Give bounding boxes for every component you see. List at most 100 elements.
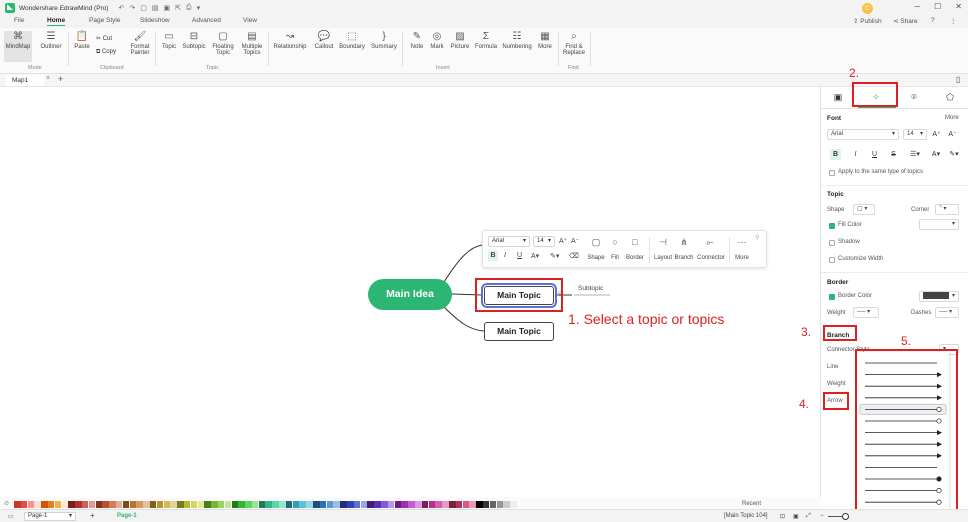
theme-icon[interactable]: ⬠	[943, 92, 957, 104]
zoom-out-icon[interactable]: −	[820, 513, 824, 519]
color-swatch[interactable]	[387, 501, 395, 508]
undo-icon[interactable]: ↶	[118, 4, 124, 12]
main-topic-node[interactable]: Main Topic	[484, 322, 554, 341]
color-swatch[interactable]	[54, 501, 62, 508]
fullscreen-icon[interactable]: ⤢	[806, 513, 811, 520]
align-icon[interactable]: ☰▾	[907, 149, 923, 160]
print-icon[interactable]: ⎙	[186, 4, 192, 12]
color-swatch[interactable]	[510, 501, 517, 508]
multiple-topics-button[interactable]: ▤ Multiple Topics	[238, 31, 266, 56]
color-swatch[interactable]	[503, 501, 510, 508]
page-tab-1[interactable]: Page-1	[117, 513, 137, 519]
color-swatch[interactable]	[217, 501, 225, 508]
main-idea-node[interactable]: Main Idea	[368, 279, 452, 310]
color-swatch[interactable]	[415, 501, 422, 508]
color-swatch[interactable]	[61, 501, 69, 508]
color-swatch[interactable]	[347, 501, 354, 508]
maximize-icon[interactable]: ☐	[934, 2, 941, 11]
font-color-icon[interactable]: A▾	[929, 149, 943, 160]
no-fill-icon[interactable]: ⊘	[4, 500, 9, 507]
color-swatch[interactable]	[183, 501, 191, 508]
color-swatch[interactable]	[190, 501, 198, 508]
boundary-button[interactable]: ⬚ Boundary	[338, 31, 366, 50]
color-swatch[interactable]	[496, 501, 504, 508]
color-swatch[interactable]	[360, 501, 368, 508]
increase-font-icon[interactable]: A⁺	[931, 129, 942, 140]
page-format-icon[interactable]: ▣	[831, 92, 845, 104]
more-label[interactable]: More	[733, 255, 751, 261]
color-swatch[interactable]	[313, 501, 320, 508]
color-swatch[interactable]	[381, 501, 388, 508]
corner-select[interactable]: ⌝ ▾	[935, 204, 959, 215]
color-swatch[interactable]	[129, 501, 137, 508]
color-swatch[interactable]	[88, 501, 96, 508]
border-weight-select[interactable]: ── ▾	[853, 307, 879, 318]
underline-icon[interactable]: U	[869, 149, 880, 160]
increase-font-icon[interactable]: A⁺	[559, 237, 567, 245]
color-swatch[interactable]	[421, 501, 429, 508]
color-swatch[interactable]	[340, 501, 347, 508]
apply-same-checkbox[interactable]	[829, 170, 835, 176]
subtopic-button[interactable]: ⊟ Subtopic	[180, 31, 208, 50]
border-color-checkbox[interactable]	[829, 294, 835, 300]
border-icon[interactable]: □	[626, 237, 644, 247]
shape-label[interactable]: Shape	[587, 255, 605, 261]
pin-icon[interactable]: ⚲	[755, 234, 759, 241]
branch-label[interactable]: Branch	[673, 255, 695, 261]
shape-icon[interactable]: ▢	[587, 237, 605, 248]
close-icon[interactable]: ✕	[955, 2, 962, 11]
color-swatch[interactable]	[136, 501, 143, 508]
tab-page-style[interactable]: Page Style	[89, 17, 120, 24]
mindmap-button[interactable]: ⌘ MindMap	[4, 31, 32, 62]
color-swatch[interactable]	[279, 501, 286, 508]
more-button[interactable]: ▦ More	[531, 31, 559, 50]
help-icon[interactable]: ?	[931, 17, 935, 24]
outliner-button[interactable]: ☰ Outliner	[37, 31, 65, 50]
color-swatch[interactable]	[469, 501, 476, 508]
color-swatch[interactable]	[367, 501, 374, 508]
color-swatch[interactable]	[476, 501, 483, 508]
color-swatch[interactable]	[197, 501, 205, 508]
color-swatch[interactable]	[95, 501, 103, 508]
relationship-button[interactable]: ↝ Relationship	[272, 31, 308, 50]
color-swatch[interactable]	[299, 501, 306, 508]
font-family-select[interactable]: Arial ▾	[488, 236, 530, 247]
zoom-slider-handle[interactable]	[842, 513, 849, 520]
avatar[interactable]: C	[862, 3, 873, 14]
bold-icon[interactable]: B	[830, 149, 841, 160]
find-replace-button[interactable]: ⌕ Find & Replace	[560, 31, 588, 56]
fill-color-checkbox[interactable]	[829, 223, 835, 229]
close-tab-icon[interactable]: ×	[46, 75, 50, 82]
color-swatch[interactable]	[251, 501, 259, 508]
format-painter-button[interactable]: 🖌 Format Painter	[126, 31, 154, 56]
layout-label[interactable]: Layout	[652, 255, 674, 261]
formula-button[interactable]: Σ Formula	[472, 31, 500, 50]
color-swatch[interactable]	[20, 501, 28, 508]
color-swatch[interactable]	[258, 501, 266, 508]
color-swatch[interactable]	[462, 501, 470, 508]
decrease-font-icon[interactable]: A⁻	[947, 129, 958, 140]
custom-width-checkbox[interactable]	[829, 257, 835, 263]
color-swatch[interactable]	[449, 501, 456, 508]
paste-button[interactable]: 📋 Paste	[68, 31, 96, 50]
export-icon[interactable]: ⇱	[175, 4, 181, 12]
fill-color-picker[interactable]: ▾	[919, 219, 959, 230]
clear-format-icon[interactable]: ⌫	[569, 252, 579, 260]
color-swatch[interactable]	[428, 501, 436, 508]
strikethrough-icon[interactable]: S	[888, 149, 899, 160]
highlight-icon[interactable]: ✎▾	[947, 149, 961, 160]
color-swatch[interactable]	[149, 501, 157, 508]
color-swatch[interactable]	[204, 501, 211, 508]
shadow-checkbox[interactable]	[829, 240, 835, 246]
color-swatch[interactable]	[374, 501, 381, 508]
color-swatch[interactable]	[482, 501, 490, 508]
cut-button[interactable]: ✂ Cut	[96, 35, 112, 42]
color-swatch[interactable]	[353, 501, 361, 508]
copy-button[interactable]: ⧉ Copy	[96, 49, 116, 56]
doc-tab-map1[interactable]: Map1	[6, 75, 45, 86]
color-swatch[interactable]	[163, 501, 171, 508]
share-button[interactable]: ⋖ Share	[893, 17, 918, 25]
color-swatch[interactable]	[245, 501, 252, 508]
underline-icon[interactable]: U	[517, 252, 522, 259]
font-size-select[interactable]: 14 ▾	[533, 236, 555, 247]
